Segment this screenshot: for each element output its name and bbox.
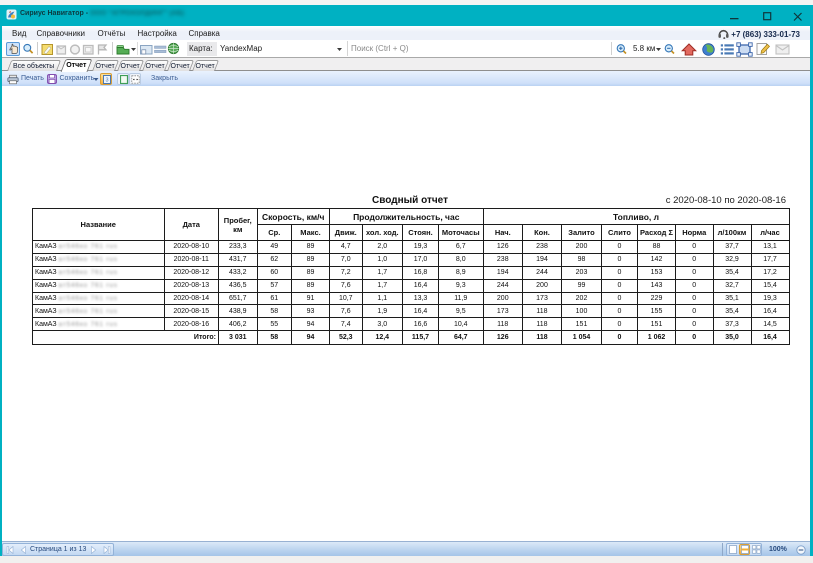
svg-text:3: 3 <box>105 77 108 83</box>
